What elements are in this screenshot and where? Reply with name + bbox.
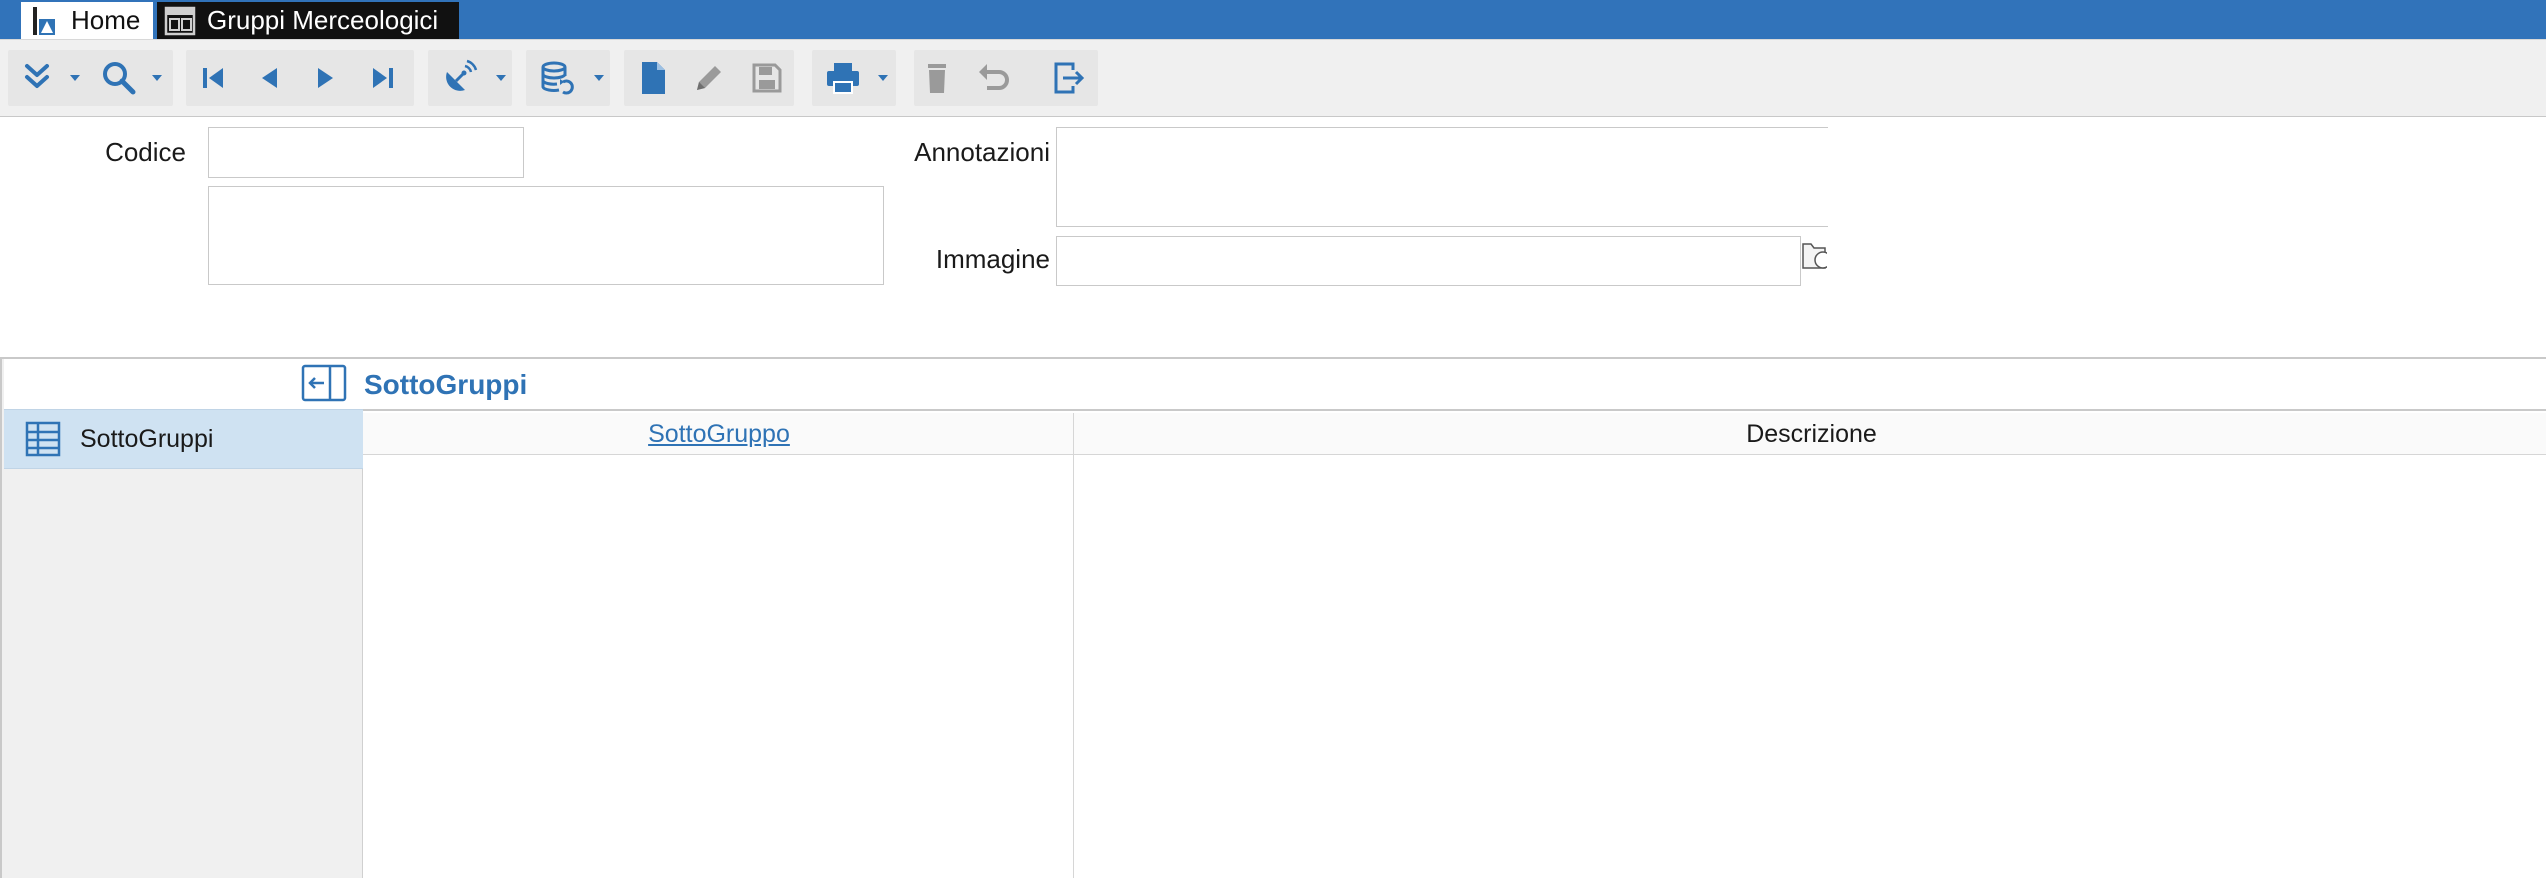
caret-down-icon — [594, 75, 604, 81]
next-record-icon — [318, 68, 333, 88]
collapse-panel-icon — [301, 364, 347, 402]
collapse-sidebar-button[interactable] — [300, 363, 348, 403]
expand-icon — [25, 64, 49, 88]
column-header-sottogruppo[interactable]: SottoGruppo — [363, 413, 1075, 455]
exit-button[interactable] — [1046, 50, 1092, 106]
folder-icon — [1802, 243, 1827, 269]
print-button[interactable] — [820, 50, 866, 106]
first-record-icon — [203, 68, 223, 88]
satellite-refresh-icon — [446, 59, 478, 91]
search-button[interactable] — [96, 50, 142, 106]
new-document-icon — [642, 62, 665, 94]
previous-record-button[interactable] — [246, 50, 292, 106]
section-header — [363, 359, 2546, 411]
codice-label: Codice — [105, 137, 186, 167]
new-record-button[interactable] — [630, 50, 676, 106]
tab-gruppi-label: Gruppi Merceologici — [207, 5, 439, 35]
satellite-dropdown[interactable] — [490, 50, 512, 106]
annotazioni-input[interactable] — [1056, 127, 1828, 227]
column-header-descrizione[interactable]: Descrizione — [1077, 413, 2546, 455]
caret-down-icon — [878, 75, 888, 81]
last-record-icon — [373, 68, 393, 88]
browse-image-button[interactable] — [1801, 238, 1827, 274]
first-record-button[interactable] — [190, 50, 236, 106]
database-refresh-icon — [541, 61, 574, 95]
satellite-button[interactable] — [436, 50, 482, 106]
main-toolbar — [0, 39, 2546, 117]
tab-gruppi-merceologici[interactable]: Gruppi Merceologici — [157, 2, 459, 39]
codice-input[interactable] — [208, 127, 524, 178]
print-icon — [827, 63, 859, 94]
window-tab-bar: Home Gruppi Merceologici — [0, 0, 2546, 39]
grid-body[interactable] — [363, 456, 2546, 878]
edit-button[interactable] — [686, 50, 732, 106]
delete-icon — [928, 64, 946, 93]
caret-down-icon — [152, 75, 162, 81]
undo-button[interactable] — [970, 50, 1016, 106]
descrizione-input[interactable] — [208, 186, 884, 285]
search-dropdown[interactable] — [146, 50, 168, 106]
database-button[interactable] — [534, 50, 580, 106]
tab-home-label: Home — [71, 5, 141, 35]
grid-header: SottoGruppo Descrizione — [363, 413, 2546, 455]
column-separator — [1073, 413, 1074, 878]
immagine-input[interactable] — [1056, 236, 1801, 286]
caret-down-icon — [70, 75, 80, 81]
previous-record-icon — [262, 68, 277, 88]
undo-icon — [979, 64, 1009, 90]
section-title: SottoGruppi — [364, 369, 528, 400]
edit-icon — [697, 66, 721, 90]
last-record-button[interactable] — [360, 50, 406, 106]
annotazioni-label: Annotazioni — [914, 137, 1050, 167]
sidebar-item-sottogruppi[interactable]: SottoGruppi — [4, 409, 363, 469]
expand-dropdown[interactable] — [64, 50, 86, 106]
home-app-icon — [27, 5, 61, 37]
print-dropdown[interactable] — [872, 50, 894, 106]
window-form-icon — [163, 5, 197, 37]
grid-table-icon — [24, 420, 62, 458]
expand-button[interactable] — [14, 50, 60, 106]
detail-sidebar: SottoGruppi — [0, 359, 363, 878]
database-dropdown[interactable] — [588, 50, 610, 106]
exit-icon — [1054, 62, 1085, 94]
save-button[interactable] — [744, 50, 790, 106]
caret-down-icon — [496, 75, 506, 81]
delete-button[interactable] — [914, 50, 960, 106]
save-icon — [752, 63, 782, 93]
tab-home[interactable]: Home — [21, 2, 153, 39]
search-icon — [103, 62, 136, 95]
sidebar-item-label: SottoGruppi — [80, 424, 214, 453]
immagine-label: Immagine — [935, 244, 1050, 274]
next-record-button[interactable] — [302, 50, 348, 106]
